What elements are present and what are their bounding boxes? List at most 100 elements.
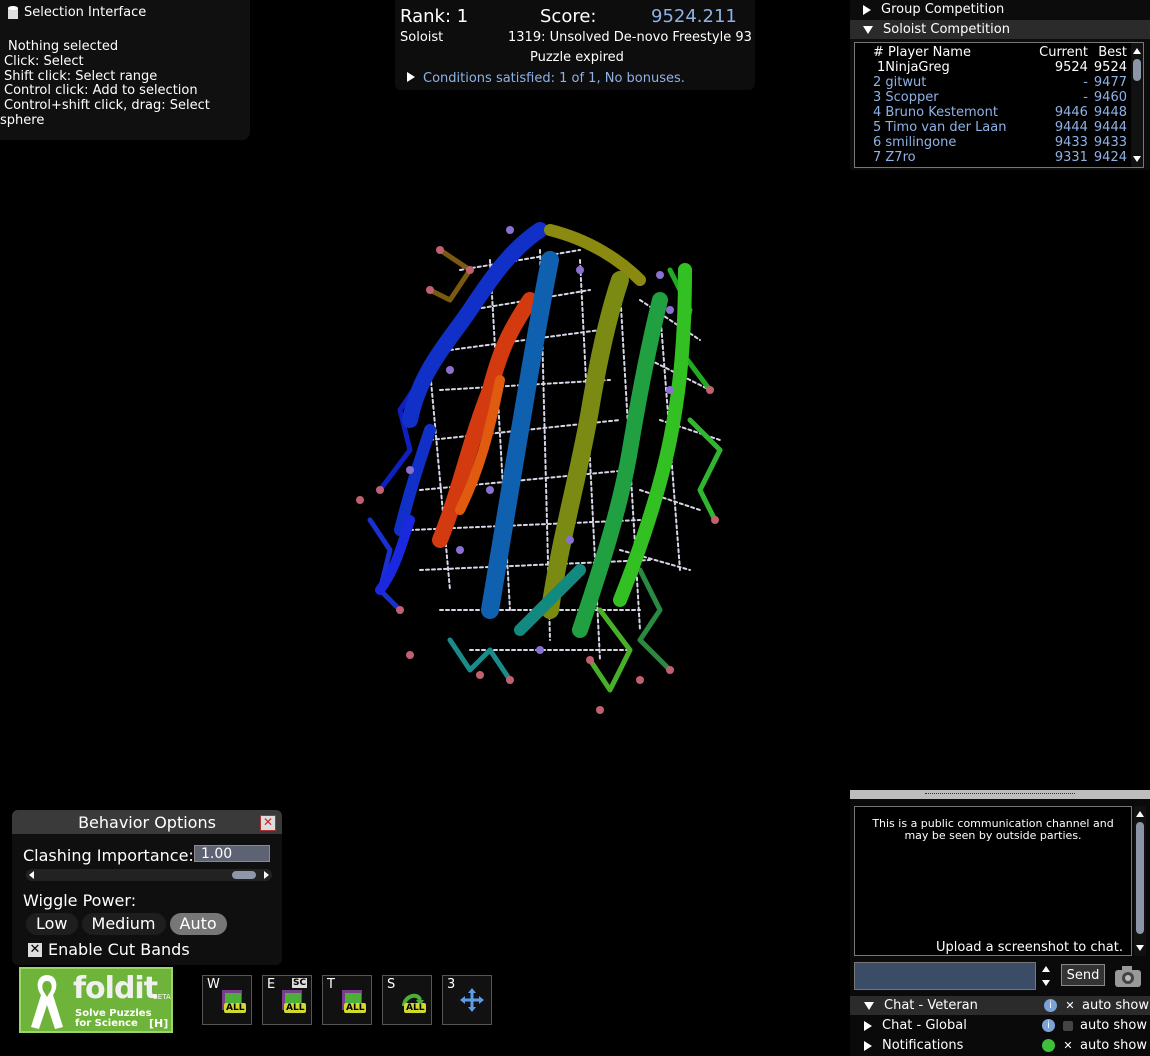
auto-show-label: auto show (1080, 1038, 1147, 1053)
behavior-options-header[interactable]: Behavior Options ✕ (12, 810, 282, 834)
auto-show-checkbox[interactable]: ✕ (1063, 1040, 1073, 1051)
conditions-toggle[interactable]: Conditions satisfied: 1 of 1, No bonuses… (407, 71, 685, 86)
puzzle-status: Puzzle expired (530, 50, 624, 65)
auto-show-label: auto show (1082, 998, 1149, 1013)
scroll-thumb[interactable] (1136, 822, 1144, 934)
chat-panel: This is a public communication channel a… (850, 790, 1150, 1056)
beta-label: BETA (153, 993, 171, 1001)
channel-row[interactable]: Chat - Global i auto show (850, 1016, 1150, 1035)
channel-row[interactable]: Chat - Veteran i ✕ auto show (850, 996, 1150, 1015)
table-row[interactable]: 1NinjaGreg 9524 9524 (873, 60, 1127, 75)
behavior-options-title: Behavior Options (78, 813, 216, 832)
current-score: - (1083, 90, 1088, 105)
current-score: - (1083, 75, 1088, 90)
foldit-logo[interactable]: foldit BETA Solve Puzzles for Science [H… (19, 967, 173, 1033)
score-panel: Rank: 1 Score: 9524.211 Soloist 1319: Un… (395, 0, 755, 90)
logo-tagline: Solve Puzzles for Science (75, 1009, 152, 1029)
help-line: Control click: Add to selection (4, 83, 198, 99)
best-score: 9424 (1093, 150, 1127, 165)
table-row[interactable]: 4 Bruno Kestemont 9446 9448 (873, 105, 1127, 120)
player-name: 6 smilingone (873, 135, 957, 150)
channel-name: Notifications (882, 1038, 964, 1053)
help-line: Click: Select (4, 53, 84, 69)
selection-title-text: Selection Interface (24, 4, 147, 20)
wiggle-power-label: Wiggle Power: (23, 891, 137, 910)
score-label: Score: (540, 6, 597, 27)
wiggle-auto-button[interactable]: Auto (169, 913, 227, 935)
sc-badge: SC (292, 978, 308, 988)
clashing-importance-label: Clashing Importance: (23, 846, 194, 865)
all-badge: ALL (284, 1003, 307, 1013)
rebuild-all-button[interactable]: S ALL (382, 975, 432, 1025)
puzzle-title: 1319: Unsolved De-novo Freestyle 93 (508, 30, 752, 45)
chat-scrollbar[interactable] (1134, 806, 1146, 956)
col-player: # Player Name (873, 45, 971, 60)
table-row[interactable]: 6 smilingone 9433 9433 (873, 135, 1127, 150)
wiggle-all-button[interactable]: W ALL (202, 975, 252, 1025)
clashing-importance-slider[interactable] (26, 869, 272, 881)
info-icon[interactable]: i (1044, 999, 1057, 1012)
enable-cut-bands-option[interactable]: ✕ Enable Cut Bands (28, 940, 190, 959)
score-value: 9524.211 (651, 6, 737, 27)
history-arrows-icon[interactable] (1041, 964, 1051, 988)
selection-help: Nothing selected Click: Select Shift cli… (0, 39, 210, 129)
all-badge: ALL (404, 1003, 427, 1013)
tweak-all-button[interactable]: T ALL (322, 975, 372, 1025)
leaderboard-scrollbar[interactable] (1131, 43, 1143, 167)
help-line: sphere (0, 112, 45, 128)
camera-icon[interactable] (1113, 962, 1143, 990)
competition-panel: Group Competition Soloist Competition # … (850, 0, 1150, 170)
leaderboard: # Player Name Current Best 1NinjaGreg 95… (854, 42, 1144, 168)
expand-arrow-icon (863, 4, 871, 15)
rank-label: Rank: 1 (400, 6, 469, 27)
selection-status: Nothing selected (8, 39, 119, 54)
best-score: 9524 (1093, 60, 1127, 75)
group-competition-header[interactable]: Group Competition (850, 0, 1150, 19)
table-row[interactable]: 5 Timo van der Laan 9444 9444 (873, 120, 1127, 135)
auto-show-checkbox[interactable] (1063, 1020, 1073, 1031)
mode-label: Soloist (400, 30, 444, 45)
wiggle-medium-button[interactable]: Medium (81, 913, 166, 935)
close-icon[interactable]: ✕ (260, 815, 276, 831)
clashing-importance-field[interactable]: 1.00 (194, 845, 270, 862)
channel-name: Chat - Veteran (884, 998, 978, 1013)
soloist-competition-header[interactable]: Soloist Competition (850, 20, 1150, 39)
channel-row[interactable]: Notifications ✕ auto show (850, 1036, 1150, 1055)
group-competition-label: Group Competition (881, 2, 1005, 17)
selection-title: Selection Interface (6, 4, 146, 20)
table-row[interactable]: 3 Scopper - 9460 (873, 90, 1127, 105)
chat-resize-grip[interactable] (850, 790, 1150, 799)
info-icon[interactable]: i (1042, 1019, 1055, 1032)
collapse-arrow-icon (864, 1001, 874, 1010)
leaderboard-header: # Player Name Current Best (873, 45, 1127, 60)
upload-screenshot-tooltip: Upload a screenshot to chat. (928, 940, 1131, 955)
expand-arrow-icon (407, 72, 415, 82)
hotkey-label: T (327, 977, 335, 992)
best-score: 9444 (1093, 120, 1127, 135)
current-score: 9524 (1054, 60, 1088, 75)
send-button[interactable]: Send (1061, 964, 1105, 986)
auto-show-checkbox[interactable]: ✕ (1065, 1000, 1075, 1011)
cut-bands-label: Enable Cut Bands (48, 940, 190, 959)
cut-bands-checkbox[interactable]: ✕ (28, 942, 42, 957)
logo-text: foldit (73, 971, 158, 1006)
conditions-text: Conditions satisfied: 1 of 1, No bonuses… (423, 71, 685, 86)
help-line: Shift click: Select range (4, 68, 158, 84)
protein-structure-view[interactable] (340, 190, 740, 720)
wiggle-low-button[interactable]: Low (26, 913, 78, 935)
scroll-thumb[interactable] (1133, 59, 1141, 81)
hotkey-label: 3 (447, 977, 456, 992)
slider-thumb[interactable] (232, 871, 256, 879)
table-row[interactable]: 7 Z7ro 9331 9424 (873, 150, 1127, 165)
chat-notice: This is a public communication channel a… (872, 817, 1114, 842)
move-button[interactable]: 3 (442, 975, 492, 1025)
current-score: 9446 (1054, 105, 1088, 120)
shake-all-button[interactable]: E SC ALL (262, 975, 312, 1025)
player-name: 7 Z7ro (873, 150, 916, 165)
chat-input[interactable] (854, 962, 1036, 990)
current-score: 9331 (1054, 150, 1088, 165)
hotkey-label: E (267, 977, 276, 992)
chat-log: This is a public communication channel a… (854, 806, 1132, 956)
col-current: Current (1039, 45, 1088, 60)
table-row[interactable]: 2 gitwut - 9477 (873, 75, 1127, 90)
